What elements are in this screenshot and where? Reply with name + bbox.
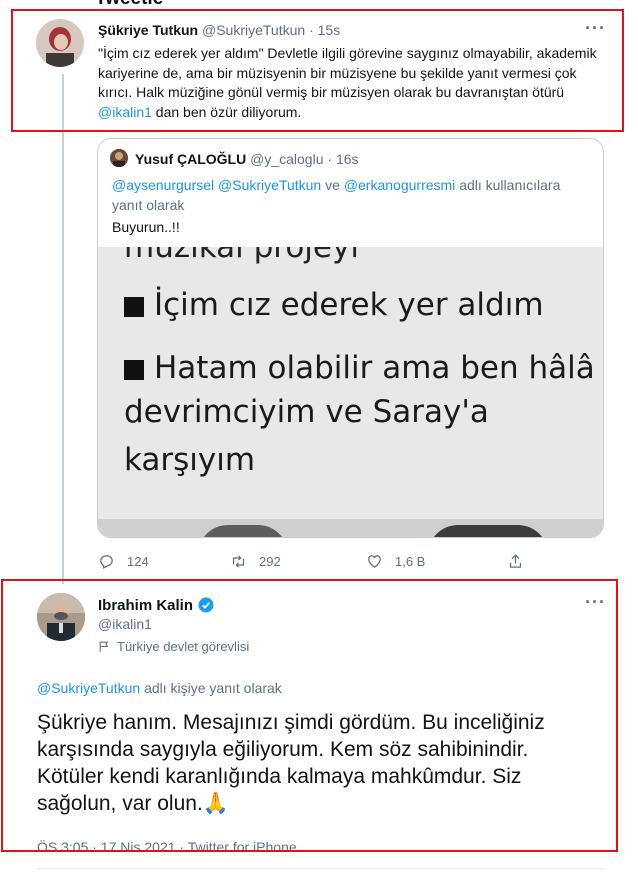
reply-suffix: adlı kişiye yanıt olarak [144, 680, 282, 696]
avatar [110, 149, 128, 167]
image-text-line: Hatam olabilir ama ben hâlâ [124, 350, 595, 386]
reply-context: @SukriyeTutkun adlı kişiye yanıt olarak [37, 680, 282, 696]
thread-connector-line [62, 74, 64, 584]
reply-context: @aysenurgursel @SukriyeTutkun ve @erkano… [112, 175, 592, 215]
separator: · [309, 22, 314, 38]
reply-conjunction: ve [325, 177, 340, 193]
mention-link[interactable]: @aysenurgursel [112, 177, 214, 193]
author-name: Yusuf ÇALOĞLU [135, 151, 247, 167]
tweet-text-part: dan ben özür diliyorum. [151, 103, 302, 120]
tweet-text: Şükriye hanım. Mesajınızı şimdi gördüm. … [37, 709, 597, 817]
retweet-button[interactable]: 292 [230, 553, 281, 570]
more-icon[interactable]: ··· [585, 592, 606, 613]
reply-icon [100, 555, 113, 569]
tweet-text-body: Şükriye hanım. Mesajınızı şimdi gördüm. … [37, 711, 545, 815]
more-icon[interactable]: ··· [585, 18, 606, 39]
heart-icon [368, 555, 381, 568]
like-count: 1,6 B [395, 554, 426, 569]
tweet-header: Şükriye Tutkun @SukriyeTutkun · 15s [98, 22, 340, 38]
page-title-cut: Tweetle [95, 0, 163, 10]
quoted-tweet-card[interactable]: Yusuf ÇALOĞLU @y_caloglu · 16s @aysenurg… [97, 138, 604, 538]
flag-icon [99, 641, 109, 652]
tweet-timestamp[interactable]: ÖS 3:05 · 17 Nis 2021 · Twitter for iPho… [37, 839, 297, 855]
bullet-square-icon [124, 296, 144, 317]
folded-hands-emoji-icon: 🙏 [202, 792, 229, 815]
avatar-photo-icon [36, 19, 84, 67]
image-text-line: İçim cız ederek yer aldım [124, 287, 544, 323]
tweet-time[interactable]: 15s [318, 22, 341, 38]
quoted-tweet-header: Yusuf ÇALOĞLU @y_caloglu · 16s [135, 151, 359, 167]
tweet-text-part: "İçim cız ederek yer aldım" Devletle ilg… [98, 45, 597, 100]
mention-link[interactable]: @SukriyeTutkun [218, 177, 321, 193]
avatar[interactable] [37, 593, 85, 641]
image-text-line: karşıyım [124, 442, 256, 478]
author-handle: @y_caloglu [250, 151, 324, 167]
reply-button[interactable]: 124 [98, 553, 149, 570]
tweet-time: 16s [335, 151, 359, 167]
government-label[interactable]: Türkiye devlet görevlisi [98, 639, 249, 654]
reply-count: 124 [127, 554, 149, 569]
government-label-text: Türkiye devlet görevlisi [117, 639, 250, 654]
image-text-line: devrimciyim ve Saray'a [124, 394, 489, 430]
avatar-photo-icon [110, 149, 128, 167]
mention-link[interactable]: @SukriyeTutkun [37, 680, 140, 696]
share-icon [509, 554, 522, 568]
divider [37, 868, 605, 869]
image-photo-person [428, 525, 548, 537]
quoted-tweet-image[interactable]: müzikal projeyi İçim cız ederek yer aldı… [98, 247, 603, 537]
image-text: Hatam olabilir ama ben hâlâ [154, 350, 595, 386]
quoted-tweet-text: Buyurun..!! [112, 219, 180, 235]
image-text-line: müzikal projeyi [124, 247, 359, 265]
share-button[interactable] [507, 553, 524, 570]
bullet-square-icon [124, 359, 144, 380]
avatar[interactable] [36, 19, 84, 67]
tweet-text: "İçim cız ederek yer aldım" Devletle ilg… [98, 44, 603, 122]
verified-badge-icon [198, 597, 214, 613]
like-button[interactable]: 1,6 B [366, 553, 425, 570]
author-name-row[interactable]: Ibrahim Kalin [98, 596, 215, 614]
mention-link[interactable]: @erkanogurresmi [344, 177, 455, 193]
avatar-photo-icon [37, 593, 85, 641]
image-text: İçim cız ederek yer aldım [154, 287, 544, 323]
mention-link[interactable]: @ikalin1 [98, 104, 152, 120]
retweet-icon [232, 555, 245, 568]
author-name[interactable]: Ibrahim Kalin [98, 597, 193, 614]
author-handle[interactable]: @ikalin1 [98, 616, 152, 632]
retweet-count: 292 [259, 554, 281, 569]
author-name[interactable]: Şükriye Tutkun [98, 22, 198, 38]
author-handle[interactable]: @SukriyeTutkun [202, 22, 305, 38]
separator: · [327, 151, 333, 167]
